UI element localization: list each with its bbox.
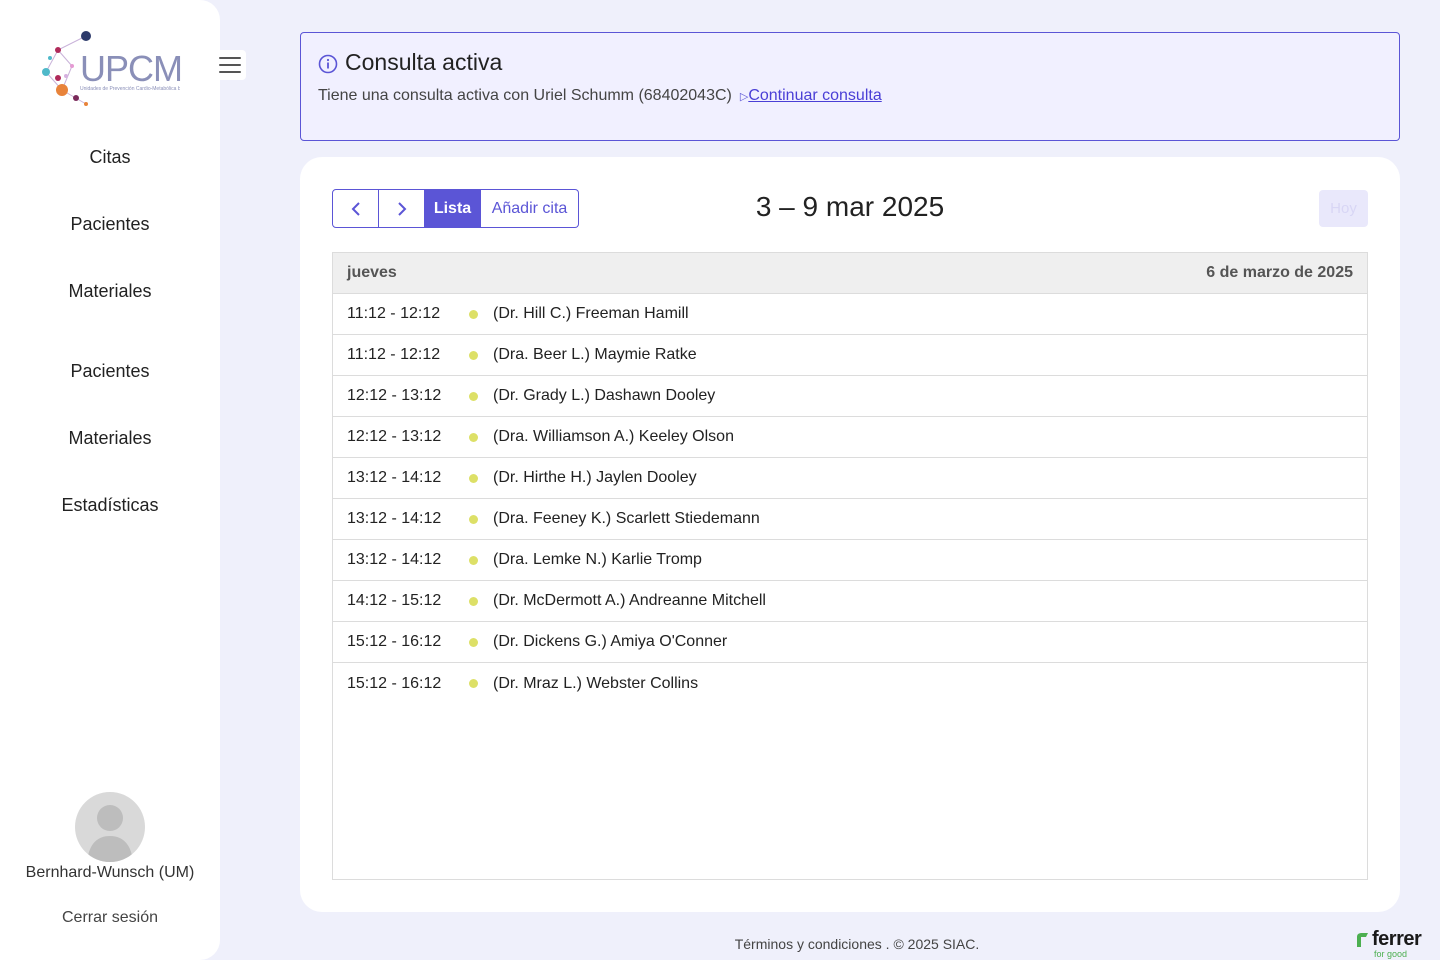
list-view-button[interactable]: Lista xyxy=(425,189,481,228)
appointment-title: (Dr. Hill C.) Freeman Hamill xyxy=(493,305,689,322)
appointment-row[interactable]: 14:12 - 15:12 (Dr. McDermott A.) Andreann… xyxy=(333,581,1367,622)
sidebar-item-citas[interactable]: Citas xyxy=(0,147,220,168)
ferrer-leaf-icon xyxy=(1357,933,1368,947)
appointment-time: 15:12 - 16:12 xyxy=(347,633,442,650)
event-dot-icon xyxy=(469,473,478,483)
upcm-logo[interactable]: UPCM Unidades de Prevención Cardio-Metab… xyxy=(36,28,186,112)
menu-icon-bar xyxy=(218,57,241,59)
brand-tagline: for good xyxy=(1374,949,1408,959)
appointment-title: (Dr. McDermott A.) Andreanne Mitchell xyxy=(493,592,766,609)
appointment-row[interactable]: 12:12 - 13:12 (Dra. Williamson A.) Keeley… xyxy=(333,417,1367,458)
event-dot-icon xyxy=(469,350,478,360)
appointment-row[interactable]: 13:12 - 14:12 (Dra. Feeney K.) Scarlett S… xyxy=(333,499,1367,540)
logo-subtitle: Unidades de Prevención Cardio-Metabólica… xyxy=(80,86,180,92)
appointment-row[interactable]: 11:12 - 12:12 (Dra. Beer L.) Maymie Ratke xyxy=(333,335,1367,376)
appointment-time: 13:12 - 14:12 xyxy=(347,551,442,568)
terms-link[interactable]: Términos y condiciones xyxy=(735,936,882,952)
appointment-time: 13:12 - 14:12 xyxy=(347,469,442,486)
sidebar-item-estadisticas[interactable]: Estadísticas xyxy=(0,495,220,516)
next-week-button[interactable] xyxy=(379,189,425,228)
user-name: Bernhard-Wunsch (UM) xyxy=(25,864,195,881)
appointment-row[interactable]: 11:12 - 12:12 (Dr. Hill C.) Freeman Hamil… xyxy=(333,294,1367,335)
day-date: 6 de marzo de 2025 xyxy=(1206,264,1353,281)
appointment-title: (Dr. Mraz L.) Webster Collins xyxy=(493,674,699,692)
appointment-title: (Dra. Lemke N.) Karlie Tromp xyxy=(493,551,702,568)
alert-message: Tiene una consulta activa con Uriel Schu… xyxy=(318,87,882,105)
event-dot-icon xyxy=(469,637,478,647)
event-dot-icon xyxy=(469,391,478,401)
appointment-list: jueves 6 de marzo de 2025 11:12 - 12:12 (… xyxy=(332,252,1368,880)
sidebar-item-materiales-2[interactable]: Materiales xyxy=(0,428,220,449)
brand-name: ferrer xyxy=(1372,928,1422,950)
copyright-text: . © 2025 SIAC. xyxy=(881,936,980,952)
alert-text: Tiene una consulta activa con Uriel Schu… xyxy=(318,87,732,104)
appointment-time: 11:12 - 12:12 xyxy=(347,305,441,322)
add-appointment-button[interactable]: Añadir cita xyxy=(481,189,579,228)
appointment-title: (Dra. Williamson A.) Keeley Olson xyxy=(493,428,734,445)
appointment-row[interactable]: 13:12 - 14:12 (Dr. Hirthe H.) Jaylen Dool… xyxy=(333,458,1367,499)
sidebar-item-materiales[interactable]: Materiales xyxy=(0,281,220,302)
appointment-row[interactable]: 13:12 - 14:12 (Dra. Lemke N.) Karlie Trom… xyxy=(333,540,1367,581)
today-button[interactable]: Hoy xyxy=(1319,190,1368,227)
menu-icon-bar xyxy=(218,71,241,73)
appointment-row[interactable]: 15:12 - 16:12 (Dr. Mraz L.) Webster Colli… xyxy=(333,663,1367,704)
sidebar: UPCM Unidades de Prevención Cardio-Metab… xyxy=(0,0,220,960)
event-dot-icon xyxy=(469,679,478,688)
ferrer-brand-logo: ferrer for good xyxy=(1352,928,1428,960)
appointment-title: (Dr. Hirthe H.) Jaylen Dooley xyxy=(493,469,697,486)
alert-title: Consulta activa xyxy=(345,49,503,75)
sidebar-item-pacientes[interactable]: Pacientes xyxy=(0,214,220,235)
event-dot-icon xyxy=(469,432,478,442)
event-dot-icon xyxy=(469,309,478,319)
prev-week-button[interactable] xyxy=(332,189,379,228)
event-dot-icon xyxy=(469,555,478,565)
calendar-toolbar: Lista Añadir cita xyxy=(332,189,579,228)
avatar[interactable] xyxy=(75,792,145,862)
active-consultation-alert: Consulta activa Tiene una consulta activ… xyxy=(300,32,1400,141)
appointment-time: 12:12 - 13:12 xyxy=(347,387,442,404)
appointment-time: 12:12 - 13:12 xyxy=(347,428,442,445)
appointment-row[interactable]: 12:12 - 13:12 (Dr. Grady L.) Dashawn Dool… xyxy=(333,376,1367,417)
day-header: jueves 6 de marzo de 2025 xyxy=(333,253,1367,294)
appointment-title: (Dr. Dickens G.) Amiya O'Conner xyxy=(493,633,728,650)
calendar-card: 3 – 9 mar 2025 Lista Añadir cita Hoy jue… xyxy=(300,157,1400,912)
footer: Términos y condiciones . © 2025 SIAC. xyxy=(300,936,1414,952)
user-silhouette-icon xyxy=(87,805,133,862)
appointment-title: (Dr. Grady L.) Dashawn Dooley xyxy=(493,387,716,404)
hamburger-menu-button[interactable] xyxy=(213,50,246,80)
appointment-row[interactable]: 15:12 - 16:12 (Dr. Dickens G.) Amiya O'Co… xyxy=(333,622,1367,663)
event-dot-icon xyxy=(469,596,478,606)
event-dot-icon xyxy=(469,514,478,524)
logout-link[interactable]: Cerrar sesión xyxy=(0,909,220,927)
appointment-time: 11:12 - 12:12 xyxy=(347,346,441,363)
continue-consultation-link[interactable]: Continuar consulta xyxy=(748,87,881,104)
chevron-left-icon xyxy=(351,201,360,216)
day-weekday: jueves xyxy=(347,264,397,281)
info-icon xyxy=(318,54,338,74)
sidebar-item-pacientes-2[interactable]: Pacientes xyxy=(0,361,220,382)
appointment-time: 13:12 - 14:12 xyxy=(347,510,442,527)
logo-text: UPCM xyxy=(80,48,183,89)
appointment-time: 15:12 - 16:12 xyxy=(347,674,442,692)
appointment-title: (Dra. Beer L.) Maymie Ratke xyxy=(493,346,697,363)
menu-icon-bar xyxy=(218,64,241,66)
appointment-time: 14:12 - 15:12 xyxy=(347,592,442,609)
appointment-title: (Dra. Feeney K.) Scarlett Stiedemann xyxy=(493,510,760,527)
chevron-right-icon xyxy=(397,201,406,216)
